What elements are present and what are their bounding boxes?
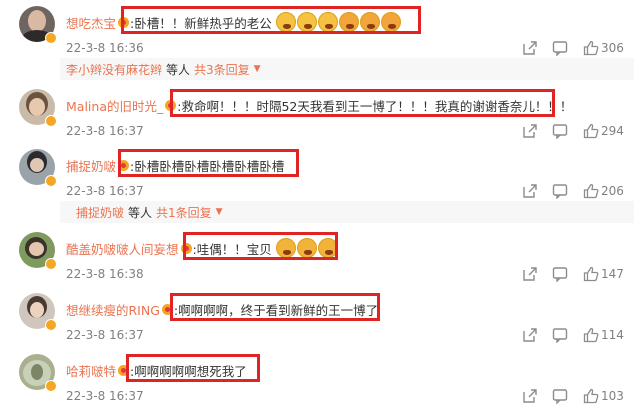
comment-icon — [552, 184, 568, 199]
comment-button[interactable] — [545, 38, 575, 58]
comment-icon — [552, 124, 568, 139]
highlight-box — [183, 232, 338, 260]
comment-actions: 114 — [515, 325, 627, 345]
reply-username[interactable]: 李小辫没有麻花辫 — [66, 61, 162, 78]
verified-badge-icon — [45, 115, 57, 127]
share-button[interactable] — [515, 325, 545, 345]
highlight-box — [126, 354, 260, 382]
share-icon — [523, 124, 537, 138]
like-button[interactable]: 147 — [575, 264, 627, 284]
reply-mid-text: 等人 — [166, 62, 191, 77]
comment-time: 22-3-8 16:37 — [66, 184, 144, 198]
share-button[interactable] — [515, 181, 545, 201]
comment-item: Malina的旧时光_ :救命啊！！！时隔52天我看到王一博了！！！我真的谢谢香… — [0, 89, 640, 143]
like-count: 306 — [601, 41, 624, 55]
verified-badge-icon — [45, 380, 57, 392]
chevron-down-icon[interactable]: ▼ — [254, 64, 261, 74]
highlight-box — [170, 293, 380, 321]
comment-time: 22-3-8 16:37 — [66, 389, 144, 403]
thumbs-up-icon — [583, 327, 599, 343]
highlight-box — [118, 149, 299, 177]
comment-username[interactable]: 想吃杰宝 — [66, 13, 116, 32]
comment-time: 22-3-8 16:37 — [66, 328, 144, 342]
comment-username[interactable]: 想继续瘦的RING — [66, 300, 160, 319]
comment-button[interactable] — [545, 386, 575, 406]
share-icon — [523, 389, 537, 403]
verified-badge-icon — [45, 32, 57, 44]
comment-item: 酷盖奶啵啵人间妄想 :哇偶！！宝贝 22-3-8 16:38 147 — [0, 232, 640, 286]
share-button[interactable] — [515, 386, 545, 406]
reply-count-link[interactable]: 共1条回复 — [156, 204, 212, 221]
share-button[interactable] — [515, 38, 545, 58]
comment-item: 捕捉奶啵 :卧槽卧槽卧槽卧槽卧槽卧槽 22-3-8 16:37 206 — [0, 149, 640, 203]
share-icon — [523, 184, 537, 198]
chevron-down-icon[interactable]: ▼ — [216, 207, 223, 217]
like-count: 103 — [601, 389, 624, 403]
like-count: 294 — [601, 124, 624, 138]
thumbs-up-icon — [583, 388, 599, 404]
reply-summary: 捕捉奶啵 等人 共1条回复 ▼ — [76, 201, 223, 223]
comment-actions: 206 — [515, 181, 627, 201]
comment-button[interactable] — [545, 264, 575, 284]
like-count: 114 — [601, 328, 624, 342]
like-button[interactable]: 206 — [575, 181, 627, 201]
comment-item: 想吃杰宝 :卧槽！！新鲜热乎的老公 22-3-8 16:36 306 — [0, 6, 640, 60]
comment-icon — [552, 389, 568, 404]
share-button[interactable] — [515, 121, 545, 141]
comment-item: 想继续瘦的RING :啊啊啊啊，终于看到新鲜的王一博了 22-3-8 16:37… — [0, 293, 640, 347]
comment-actions: 103 — [515, 386, 627, 406]
comment-icon — [552, 41, 568, 56]
verified-badge-icon — [45, 175, 57, 187]
comment-button[interactable] — [545, 181, 575, 201]
share-icon — [523, 41, 537, 55]
thumbs-up-icon — [583, 40, 599, 56]
comment-username[interactable]: 酷盖奶啵啵人间妄想 — [66, 239, 179, 258]
comment-item: 哈莉啵特 :啊啊啊啊啊想死我了 22-3-8 16:37 103 — [0, 354, 640, 407]
reply-username[interactable]: 捕捉奶啵 — [76, 204, 124, 221]
share-button[interactable] — [515, 264, 545, 284]
reply-summary: 李小辫没有麻花辫 等人 共3条回复 ▼ — [66, 58, 261, 80]
share-icon — [523, 267, 537, 281]
thumbs-up-icon — [583, 123, 599, 139]
comment-username[interactable]: 捕捉奶啵 — [66, 156, 116, 175]
comment-time: 22-3-8 16:38 — [66, 267, 144, 281]
highlight-box — [121, 6, 421, 34]
like-count: 206 — [601, 184, 624, 198]
reply-mid-text: 等人 — [128, 205, 153, 220]
like-count: 147 — [601, 267, 624, 281]
comment-icon — [552, 267, 568, 282]
share-icon — [523, 328, 537, 342]
comment-time: 22-3-8 16:36 — [66, 41, 144, 55]
comment-actions: 294 — [515, 121, 627, 141]
like-button[interactable]: 103 — [575, 386, 627, 406]
thumbs-up-icon — [583, 266, 599, 282]
thumbs-up-icon — [583, 183, 599, 199]
comment-time: 22-3-8 16:37 — [66, 124, 144, 138]
like-button[interactable]: 114 — [575, 325, 627, 345]
comment-actions: 147 — [515, 264, 627, 284]
comment-username[interactable]: 哈莉啵特 — [66, 361, 116, 380]
reply-count-link[interactable]: 共3条回复 — [194, 61, 250, 78]
comment-icon — [552, 328, 568, 343]
comment-button[interactable] — [545, 325, 575, 345]
like-button[interactable]: 306 — [575, 38, 627, 58]
comment-username[interactable]: Malina的旧时光_ — [66, 96, 163, 115]
verified-badge-icon — [45, 258, 57, 270]
comment-button[interactable] — [545, 121, 575, 141]
like-button[interactable]: 294 — [575, 121, 627, 141]
highlight-box — [170, 89, 555, 117]
comment-actions: 306 — [515, 38, 627, 58]
verified-badge-icon — [45, 319, 57, 331]
